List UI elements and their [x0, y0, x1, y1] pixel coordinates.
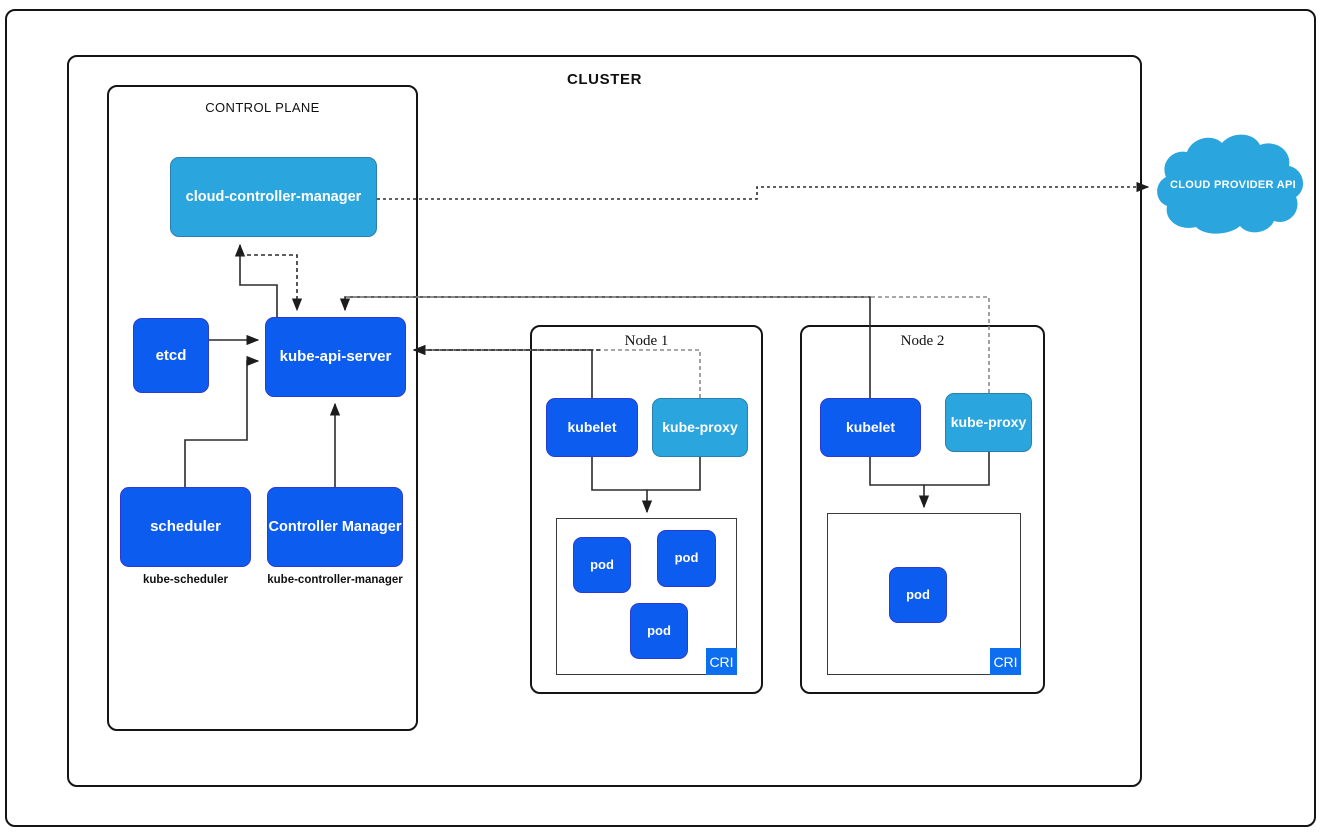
- node-1-pod-1[interactable]: pod: [573, 537, 631, 593]
- node-1-pod-3[interactable]: pod: [630, 603, 688, 659]
- scheduler-label: scheduler: [150, 518, 221, 535]
- node-1-pod-3-label: pod: [647, 624, 671, 639]
- kube-api-server-label: kube-api-server: [280, 348, 392, 365]
- node-1-pod-2[interactable]: pod: [657, 530, 716, 587]
- node-1-pod-2-label: pod: [675, 551, 699, 566]
- node-1-kubelet-box[interactable]: kubelet: [546, 398, 638, 457]
- controller-manager-label: Controller Manager: [269, 519, 402, 536]
- control-plane-title: CONTROL PLANE: [107, 100, 418, 115]
- diagram-canvas: CLUSTER CONTROL PLANE cloud-controller-m…: [0, 0, 1323, 838]
- node-2-pod-1[interactable]: pod: [889, 567, 947, 623]
- node-2-kube-proxy-box[interactable]: kube-proxy: [945, 393, 1032, 452]
- node-2-kubelet-box[interactable]: kubelet: [820, 398, 921, 457]
- node-1-kubelet-label: kubelet: [567, 419, 616, 435]
- controller-manager-box[interactable]: Controller Manager: [267, 487, 403, 567]
- kube-api-server-box[interactable]: kube-api-server: [265, 317, 406, 397]
- cloud-controller-manager-label: cloud-controller-manager: [186, 189, 362, 206]
- node-1-kube-proxy-box[interactable]: kube-proxy: [652, 398, 748, 457]
- node-2-title: Node 2: [800, 333, 1045, 350]
- scheduler-caption: kube-scheduler: [120, 574, 251, 586]
- node-1-pod-1-label: pod: [590, 558, 614, 573]
- node-1-cri-tag: CRI: [706, 648, 737, 675]
- scheduler-box[interactable]: scheduler: [120, 487, 251, 567]
- cloud-controller-manager-box[interactable]: cloud-controller-manager: [170, 157, 377, 237]
- controller-manager-caption: kube-controller-manager: [260, 574, 410, 586]
- etcd-label: etcd: [156, 347, 187, 364]
- cloud-provider-api-label: CLOUD PROVIDER API: [1150, 179, 1316, 191]
- node-2-kube-proxy-label: kube-proxy: [951, 414, 1026, 430]
- node-2-pod-1-label: pod: [906, 588, 930, 603]
- node-1-title: Node 1: [530, 333, 763, 350]
- node-1-kube-proxy-label: kube-proxy: [662, 419, 737, 435]
- etcd-box[interactable]: etcd: [133, 318, 209, 393]
- node-2-cri-tag: CRI: [990, 648, 1021, 675]
- node-2-kubelet-label: kubelet: [846, 419, 895, 435]
